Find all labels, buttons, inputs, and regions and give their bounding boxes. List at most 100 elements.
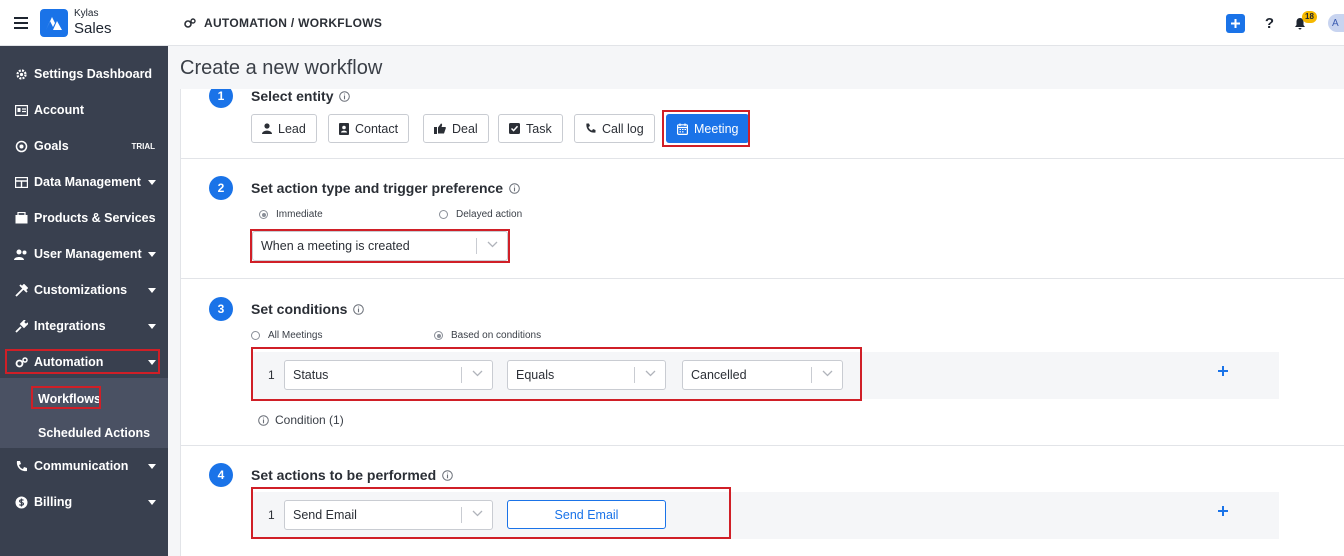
- phone-icon: [14, 459, 28, 473]
- entity-contact-button[interactable]: Contact: [328, 114, 410, 143]
- add-button[interactable]: [1225, 13, 1245, 33]
- trigger-select[interactable]: When a meeting is created: [252, 231, 508, 261]
- step-action-type: 2 Set action type and trigger preference…: [181, 158, 1344, 279]
- sidebar-item-account[interactable]: Account: [0, 92, 168, 128]
- sidebar-item-goals[interactable]: Goals TRIAL: [0, 128, 168, 164]
- sidebar-item-communication[interactable]: Communication: [0, 448, 168, 484]
- page-title: Create a new workflow: [180, 57, 383, 79]
- breadcrumb-text: AUTOMATION / WORKFLOWS: [204, 15, 383, 30]
- sidebar-subitem-scheduled-actions[interactable]: Scheduled Actions: [38, 426, 150, 440]
- sidebar-item-label: Billing: [34, 495, 73, 509]
- breadcrumb: AUTOMATION / WORKFLOWS: [168, 16, 382, 30]
- chevron-down-icon: [148, 252, 156, 257]
- sidebar-item-customizations[interactable]: Customizations: [0, 272, 168, 308]
- user-icon: [262, 123, 272, 134]
- condition-value-select[interactable]: Cancelled: [682, 360, 843, 390]
- sidebar-subitem-workflows[interactable]: Workflows: [38, 392, 101, 406]
- hamburger-menu-icon[interactable]: [14, 16, 28, 29]
- sidebar-item-integrations[interactable]: Integrations: [0, 308, 168, 344]
- condition-value: Cancelled: [691, 368, 747, 382]
- sidebar-item-label: Goals: [34, 139, 69, 153]
- entity-call-log-button[interactable]: Call log: [574, 114, 655, 143]
- notifications-button[interactable]: 18: [1294, 10, 1317, 30]
- step-title-text: Set actions to be performed: [251, 467, 437, 483]
- chevron-down-icon: [645, 370, 656, 377]
- radio-based-on-conditions[interactable]: Based on conditions: [434, 330, 541, 341]
- tools-icon: [14, 283, 28, 297]
- step-select-entity: 1 Select entity Lead Contact Deal Task C…: [181, 89, 1344, 159]
- chevron-down-icon: [148, 288, 156, 293]
- info-icon[interactable]: [509, 182, 520, 194]
- chevron-down-icon: [487, 241, 498, 248]
- sidebar-item-automation[interactable]: Automation: [0, 344, 168, 380]
- entity-label: Call log: [602, 121, 644, 136]
- step-number: 4: [209, 463, 233, 487]
- step-title-text: Set action type and trigger preference: [251, 180, 504, 196]
- entity-deal-button[interactable]: Deal: [423, 114, 489, 143]
- select-separator: [634, 367, 635, 383]
- checkbox-icon: [509, 123, 520, 134]
- select-separator: [811, 367, 812, 383]
- row-number: 1: [268, 368, 275, 382]
- step-title: Set actions to be performed: [251, 467, 453, 483]
- step-actions: 4 Set actions to be performed 1 Send Ema…: [181, 445, 1344, 556]
- thumbs-up-icon: [434, 123, 446, 134]
- trial-badge: TRIAL: [131, 141, 155, 151]
- radio-immediate[interactable]: Immediate: [259, 209, 323, 220]
- cogs-icon: [184, 17, 196, 28]
- sidebar-item-label: Account: [34, 103, 84, 117]
- box-icon: [14, 211, 28, 225]
- automation-submenu: Workflows Scheduled Actions: [0, 378, 168, 448]
- add-action-plus-icon[interactable]: [1217, 505, 1229, 517]
- condition-operator-select[interactable]: Equals: [507, 360, 666, 390]
- info-icon[interactable]: [353, 303, 365, 315]
- brand-name: Kylas Sales: [74, 9, 112, 37]
- users-icon: [14, 247, 28, 261]
- sidebar-item-data-management[interactable]: Data Management: [0, 164, 168, 200]
- entity-meeting-button[interactable]: Meeting: [666, 114, 750, 143]
- radio-label: Based on conditions: [451, 330, 542, 341]
- radio-dot: [434, 331, 443, 340]
- radio-all-meetings[interactable]: All Meetings: [251, 330, 322, 341]
- step-title: Select entity: [251, 89, 351, 104]
- sidebar-item-products-services[interactable]: Products & Services: [0, 200, 168, 236]
- chevron-down-icon: [148, 464, 156, 469]
- chevron-down-icon: [148, 180, 156, 185]
- condition-operator-value: Equals: [516, 368, 555, 382]
- sidebar-item-billing[interactable]: Billing: [0, 484, 168, 520]
- contact-card-icon: [339, 122, 349, 135]
- radio-dot: [259, 210, 268, 219]
- sidebar-item-user-management[interactable]: User Management: [0, 236, 168, 272]
- info-icon[interactable]: [442, 469, 453, 481]
- sidebar-item-label: Integrations: [34, 319, 106, 333]
- action-type-select[interactable]: Send Email: [284, 500, 493, 530]
- step-number: 2: [209, 176, 233, 200]
- info-icon[interactable]: [339, 90, 351, 102]
- entity-label: Task: [526, 121, 552, 136]
- phone-icon: [585, 123, 596, 134]
- radio-dot: [251, 331, 260, 340]
- main-content: Create a new workflow 1 Select entity Le…: [168, 46, 1344, 556]
- kylas-logo-icon[interactable]: [40, 8, 68, 37]
- step-conditions: 3 Set conditions All Meetings Based on c…: [181, 279, 1344, 446]
- condition-field-value: Status: [293, 368, 329, 382]
- entity-lead-button[interactable]: Lead: [251, 114, 317, 143]
- gear-icon: [14, 67, 28, 81]
- help-icon[interactable]: ?: [1265, 15, 1274, 32]
- chevron-down-icon: [148, 360, 156, 365]
- condition-count: Condition (1): [258, 413, 344, 427]
- calendar-icon: [677, 123, 688, 135]
- radio-delayed-action[interactable]: Delayed action: [439, 209, 522, 220]
- add-condition-plus-icon[interactable]: [1217, 365, 1229, 377]
- step-title: Set conditions: [251, 301, 365, 317]
- entity-label: Meeting: [694, 121, 739, 136]
- avatar[interactable]: A: [1328, 14, 1344, 32]
- id-card-icon: [14, 103, 28, 117]
- send-email-button[interactable]: Send Email: [507, 500, 666, 529]
- row-number: 1: [268, 508, 275, 522]
- entity-task-button[interactable]: Task: [498, 114, 563, 143]
- sidebar-item-label: Products & Services: [34, 211, 156, 225]
- condition-field-select[interactable]: Status: [284, 360, 493, 390]
- workflow-form: 1 Select entity Lead Contact Deal Task C…: [180, 89, 1344, 556]
- sidebar-item-settings-dashboard[interactable]: Settings Dashboard: [0, 56, 168, 92]
